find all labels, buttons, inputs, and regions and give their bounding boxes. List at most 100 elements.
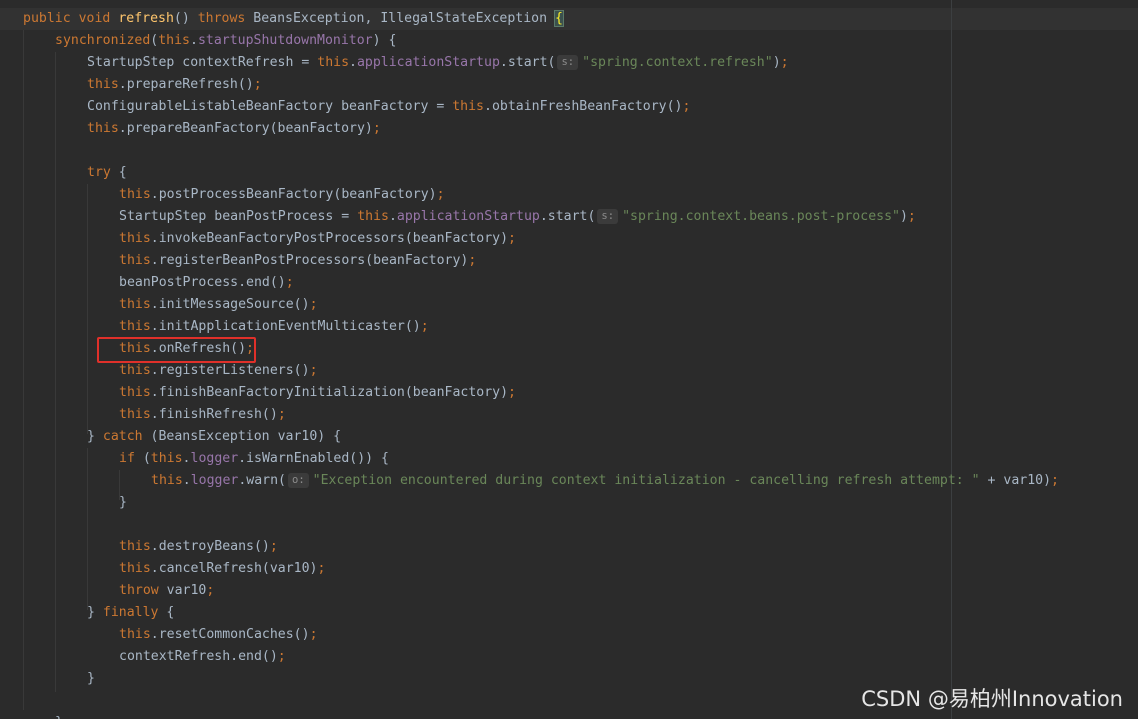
- code-line[interactable]: synchronized(this.startupShutdownMonitor…: [55, 30, 396, 52]
- code-token: this: [119, 627, 151, 642]
- code-token: .prepareRefresh(): [118, 77, 254, 92]
- code-token: }: [87, 429, 103, 444]
- code-line[interactable]: try {: [87, 162, 127, 184]
- code-token: BeansException, IllegalStateException: [245, 11, 556, 26]
- code-line[interactable]: } catch (BeansException var10) {: [87, 426, 341, 448]
- code-token: contextRefresh.end(): [119, 649, 278, 664]
- code-token: .: [349, 55, 357, 70]
- code-line[interactable]: this.invokeBeanFactoryPostProcessors(bea…: [119, 228, 516, 250]
- code-line[interactable]: }: [55, 712, 63, 719]
- code-token: beanPostProcess.end(): [119, 275, 286, 290]
- code-line[interactable]: ConfigurableListableBeanFactory beanFact…: [87, 96, 690, 118]
- code-token: synchronized: [55, 33, 151, 48]
- code-token: ;: [780, 55, 789, 70]
- code-token: "spring.context.beans.post-process": [622, 209, 900, 224]
- parameter-hint: s:: [597, 209, 619, 224]
- code-token: "spring.context.refresh": [582, 55, 773, 70]
- code-line[interactable]: this.prepareRefresh();: [87, 74, 262, 96]
- code-token: this: [119, 297, 151, 312]
- code-token: ;: [420, 319, 429, 334]
- code-token: .obtainFreshBeanFactory(): [484, 99, 683, 114]
- code-token: this: [357, 209, 389, 224]
- onrefresh-highlight-box: [97, 337, 256, 363]
- code-token: ;: [1051, 473, 1059, 488]
- code-line[interactable]: this.logger.warn(o: "Exception encountere…: [151, 470, 1059, 492]
- code-token: StartupStep beanPostProcess =: [119, 209, 358, 224]
- code-line[interactable]: this.resetCommonCaches();: [119, 624, 318, 646]
- code-token: ;: [317, 561, 326, 576]
- code-token: if: [119, 451, 135, 466]
- code-token: }: [87, 605, 103, 620]
- code-line[interactable]: contextRefresh.end();: [119, 646, 286, 668]
- code-token: .initApplicationEventMulticaster(): [150, 319, 421, 334]
- code-token: + var10): [979, 473, 1052, 488]
- code-token: .invokeBeanFactoryPostProcessors(beanFac…: [150, 231, 509, 246]
- code-token: .: [182, 473, 191, 488]
- code-token: throw: [119, 583, 159, 598]
- code-line[interactable]: } finally {: [87, 602, 174, 624]
- code-token: .registerListeners(): [150, 363, 310, 378]
- code-token: .start(: [539, 209, 596, 224]
- code-token: this: [119, 561, 151, 576]
- code-token: this: [119, 187, 151, 202]
- code-token: this: [119, 231, 151, 246]
- indent-guide: [23, 30, 24, 710]
- code-token: }: [119, 495, 127, 510]
- code-line[interactable]: if (this.logger.isWarnEnabled()) {: [119, 448, 389, 470]
- code-token: .postProcessBeanFactory(beanFactory): [150, 187, 437, 202]
- indent-guide: [55, 52, 56, 692]
- code-token: logger: [190, 451, 239, 466]
- code-token: void: [78, 11, 111, 26]
- code-token: try: [87, 165, 111, 180]
- watermark: CSDN @易柏州Innovation: [861, 687, 1123, 711]
- code-token: throws: [197, 11, 246, 26]
- code-token: this: [87, 121, 119, 136]
- code-line[interactable]: }: [87, 668, 95, 690]
- code-line[interactable]: this.finishBeanFactoryInitialization(bea…: [119, 382, 516, 404]
- code-line[interactable]: this.destroyBeans();: [119, 536, 278, 558]
- code-line[interactable]: this.registerListeners();: [119, 360, 318, 382]
- code-token: this: [150, 451, 183, 466]
- code-line[interactable]: this.finishRefresh();: [119, 404, 286, 426]
- code-token: catch: [102, 429, 143, 444]
- code-line[interactable]: this.initApplicationEventMulticaster();: [119, 316, 429, 338]
- code-line[interactable]: StartupStep beanPostProcess = this.appli…: [119, 206, 916, 228]
- code-token: .finishRefresh(): [150, 407, 278, 422]
- code-token: ;: [682, 99, 691, 114]
- code-token: this: [119, 407, 151, 422]
- code-token: "Exception encountered during context in…: [312, 473, 980, 488]
- code-token: .resetCommonCaches(): [150, 627, 310, 642]
- code-token: ConfigurableListableBeanFactory beanFact…: [87, 99, 453, 114]
- code-line[interactable]: public void refresh() throws BeansExcept…: [23, 8, 564, 30]
- code-line[interactable]: beanPostProcess.end();: [119, 272, 294, 294]
- code-token: {: [554, 10, 564, 27]
- code-line[interactable]: throw var10;: [119, 580, 214, 602]
- code-token: ;: [309, 297, 318, 312]
- code-line[interactable]: this.cancelRefresh(var10);: [119, 558, 325, 580]
- code-line[interactable]: StartupStep contextRefresh = this.applic…: [87, 52, 789, 74]
- code-token: .: [388, 209, 397, 224]
- parameter-hint: o:: [288, 473, 309, 488]
- code-line[interactable]: this.postProcessBeanFactory(beanFactory)…: [119, 184, 445, 206]
- code-token: .warn(: [238, 473, 286, 488]
- code-token: ;: [285, 275, 294, 290]
- code-line[interactable]: this.prepareBeanFactory(beanFactory);: [87, 118, 381, 140]
- code-token: }: [87, 671, 95, 686]
- code-line[interactable]: this.registerBeanPostProcessors(beanFact…: [119, 250, 476, 272]
- code-line[interactable]: this.initMessageSource();: [119, 294, 318, 316]
- code-token: this: [452, 99, 484, 114]
- code-token: {: [158, 605, 175, 620]
- code-token: ;: [468, 253, 477, 268]
- code-token: (: [134, 451, 151, 466]
- indent-guide: [87, 448, 88, 610]
- code-token: this: [119, 385, 151, 400]
- code-token: this: [119, 319, 151, 334]
- code-token: ;: [277, 407, 286, 422]
- code-line[interactable]: }: [119, 492, 127, 514]
- code-token: logger: [190, 473, 239, 488]
- code-token: .registerBeanPostProcessors(beanFactory): [150, 253, 469, 268]
- code-editor[interactable]: public void refresh() throws BeansExcept…: [0, 0, 1138, 719]
- code-token: .finishBeanFactoryInitialization(beanFac…: [150, 385, 509, 400]
- code-token: var10: [158, 583, 207, 598]
